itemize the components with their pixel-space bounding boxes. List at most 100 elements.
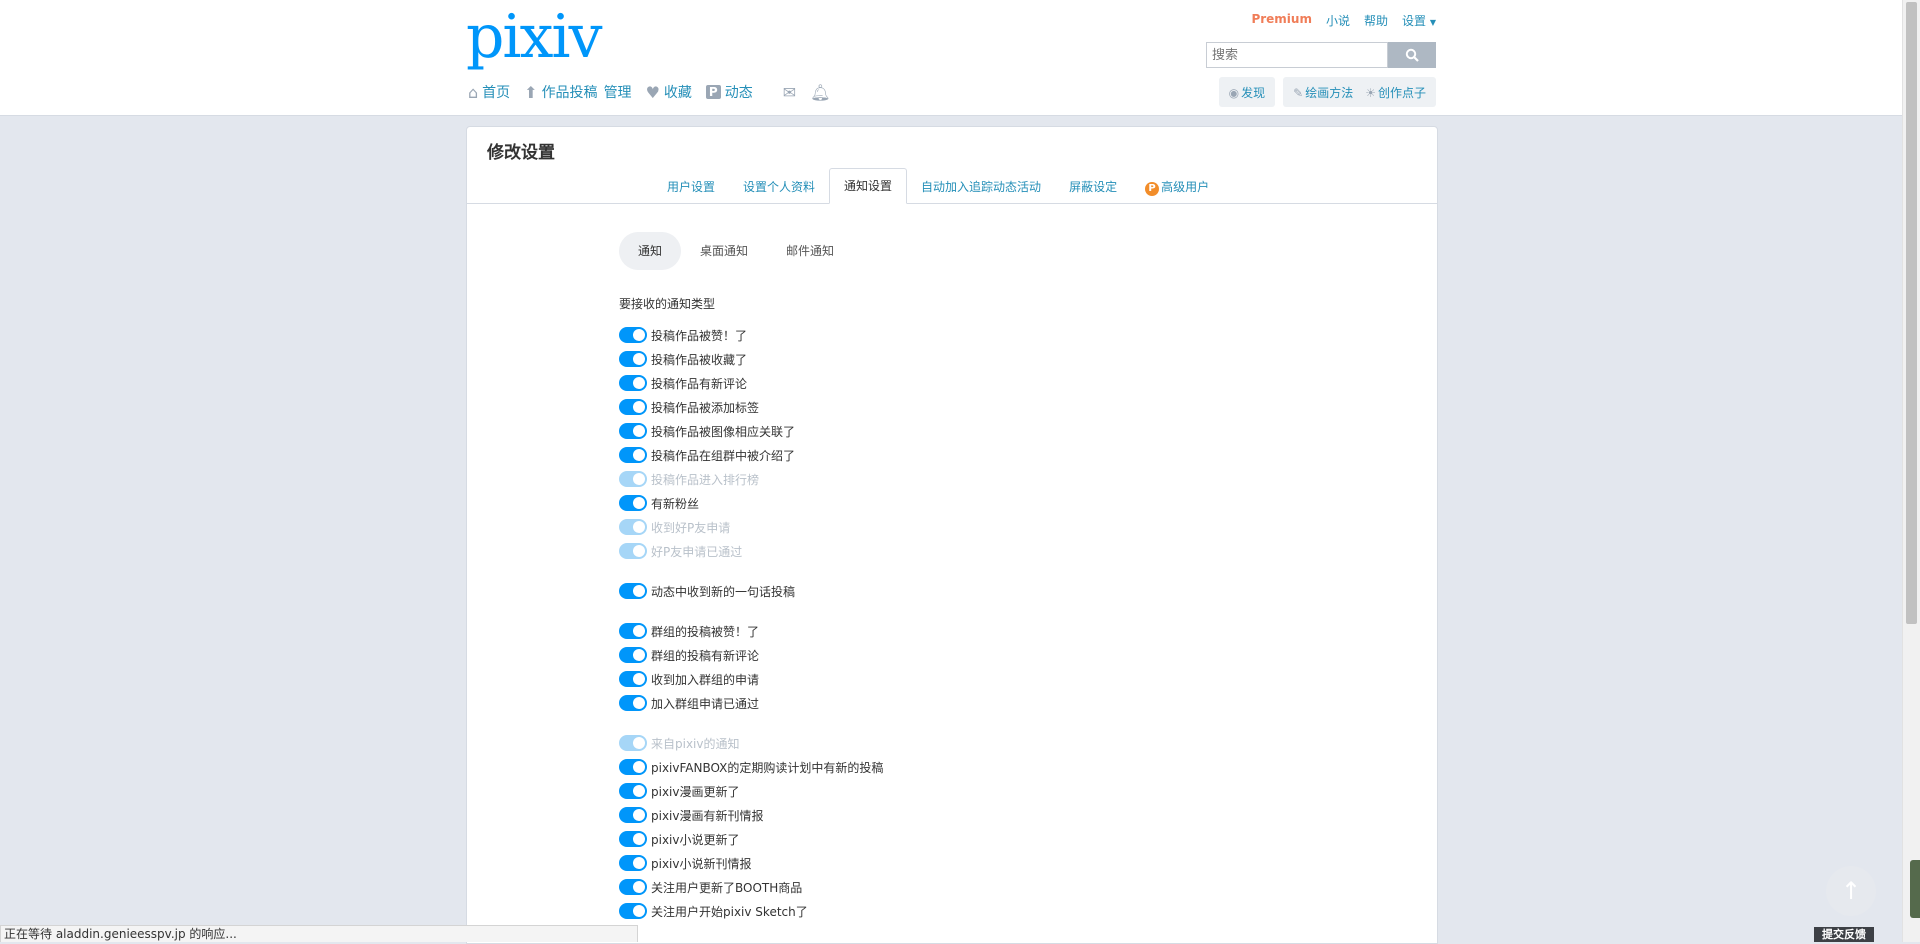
notification-option-label: 群组的投稿有新评论 [651,648,760,663]
notification-option-label: 投稿作品被添加标签 [651,400,760,415]
home-icon: ⌂ [468,82,479,102]
notification-option: 投稿作品有新评论 [619,371,883,395]
notification-option-label: 关注用户更新了BOOTH商品 [651,880,803,895]
nav-feed-label: 动态 [724,85,753,101]
notification-option: 收到好P友申请 [619,515,883,539]
toggle-switch[interactable] [619,495,647,511]
nav-upload-label: 作品投稿 [541,85,598,101]
nav-manage[interactable]: 管理 [604,82,632,102]
notification-option-label: 投稿作品在组群中被介绍了 [651,448,796,463]
notification-option-label: pixiv漫画更新了 [651,784,740,799]
pen-icon: ✎ [1293,85,1304,100]
subtab-email[interactable]: 邮件通知 [767,232,853,270]
toggle-switch[interactable] [619,903,647,919]
tab-profile[interactable]: 设置个人资料 [729,170,829,204]
search-input[interactable] [1206,42,1388,68]
notification-option: 收到加入群组的申请 [619,667,883,691]
toggle-switch[interactable] [619,399,647,415]
toggle-switch[interactable] [619,759,647,775]
toggle-switch[interactable] [619,375,647,391]
notification-option-label: 有新粉丝 [651,496,700,511]
tips-group: ✎ 绘画方法 ☀ 创作点子 [1283,77,1436,107]
notification-option: 关注用户开始pixiv Sketch了 [619,899,883,923]
nav-notifications[interactable]: 🔔︎ [810,83,830,102]
toggle-switch[interactable] [619,447,647,463]
notification-option-label: pixiv小说新刊情报 [651,856,752,871]
notification-option: 投稿作品被图像相应关联了 [619,419,883,443]
browser-status-bar: 正在等待 aladdin.genieesspv.jp 的响应... [0,925,638,942]
discover-link[interactable]: ◉ 发现 [1229,84,1266,101]
toggle-switch[interactable] [619,879,647,895]
premium-link[interactable]: Premium [1251,12,1312,29]
nav-upload[interactable]: ⬆ 作品投稿 [524,82,597,102]
subtab-desktop[interactable]: 桌面通知 [681,232,767,270]
toggle-switch[interactable] [619,327,647,343]
notification-option-label: pixiv小说更新了 [651,832,740,847]
lightbulb-icon: ☀ [1365,85,1376,100]
ideas-link[interactable]: ☀ 创作点子 [1365,84,1426,101]
compass-icon: ◉ [1228,85,1240,100]
nav-messages[interactable]: ✉ [783,83,796,102]
notification-option: 有新粉丝 [619,491,883,515]
notification-option-label: 好P友申请已通过 [651,544,743,559]
search-bar [1206,42,1436,68]
notification-option: 好P友申请已通过 [619,539,883,563]
toggle-switch[interactable] [619,855,647,871]
discover-label: 发现 [1241,85,1266,100]
toggle-switch[interactable] [619,831,647,847]
side-widget[interactable] [1910,860,1920,918]
notification-option-label: pixiv漫画有新刊情报 [651,808,764,823]
toggle-switch [619,471,647,487]
tab-user-settings[interactable]: 用户设置 [653,170,729,204]
novel-link[interactable]: 小说 [1326,12,1350,29]
howto-label: 绘画方法 [1305,85,1354,100]
notification-option-label: 投稿作品有新评论 [651,376,748,391]
notification-option-label: 群组的投稿被赞！了 [651,624,760,639]
notification-option: pixiv小说更新了 [619,827,883,851]
tab-premium[interactable]: P 高级用户 [1131,170,1223,204]
notification-option: 投稿作品在组群中被介绍了 [619,443,883,467]
help-link[interactable]: 帮助 [1364,12,1388,29]
notification-option: 加入群组申请已通过 [619,691,883,715]
notification-option-label: 加入群组申请已通过 [651,696,760,711]
notification-option: 关注用户更新了BOOTH商品 [619,875,883,899]
howto-link[interactable]: ✎ 绘画方法 [1293,84,1353,101]
toggle-switch[interactable] [619,583,647,599]
notification-option-label: 投稿作品被收藏了 [651,352,748,367]
main-nav: ⌂ 首页 ⬆ 作品投稿 管理 ♥ 收藏 P 动态 ✉ 🔔︎ [468,82,830,102]
tab-mute[interactable]: 屏蔽设定 [1055,170,1131,204]
toggle-switch[interactable] [619,423,647,439]
heart-icon: ♥ [645,82,660,102]
toggle-switch[interactable] [619,351,647,367]
feedback-button[interactable]: 提交反馈 [1814,927,1874,942]
tab-auto-follow[interactable]: 自动加入追踪动态活动 [907,170,1055,204]
toggle-switch[interactable] [619,807,647,823]
notification-option-label: 收到好P友申请 [651,520,731,535]
subtab-notifications[interactable]: 通知 [619,232,682,270]
toggle-switch[interactable] [619,783,647,799]
nav-home[interactable]: ⌂ 首页 [468,82,510,102]
nav-feed[interactable]: P 动态 [705,82,753,102]
arrow-up-icon: ↑ [1840,877,1862,905]
search-button[interactable] [1388,42,1436,68]
mail-icon: ✉ [782,82,797,102]
notification-option: 来自pixiv的通知 [619,731,883,755]
settings-panel: 修改设置 用户设置 设置个人资料 通知设置 自动加入追踪动态活动 屏蔽设定 P高… [466,126,1438,944]
toggle-switch[interactable] [619,647,647,663]
notification-option: pixiv小说新刊情报 [619,851,883,875]
scrollbar-thumb[interactable] [1906,2,1917,624]
toggle-switch[interactable] [619,695,647,711]
nav-bookmarks[interactable]: ♥ 收藏 [646,82,692,102]
toggle-switch[interactable] [619,623,647,639]
settings-menu[interactable]: 设置 ▼ [1402,12,1436,29]
back-to-top-button[interactable]: ↑ [1826,866,1876,916]
toggle-switch [619,735,647,751]
top-links: Premium 小说 帮助 设置 ▼ [1251,12,1436,29]
pixiv-logo[interactable]: pixiv [466,2,603,72]
tab-notifications[interactable]: 通知设置 [829,168,908,204]
notification-option: 投稿作品被赞！了 [619,323,883,347]
settings-label: 设置 [1402,14,1427,28]
notification-option-label: 投稿作品进入排行榜 [651,472,760,487]
toggle-switch[interactable] [619,671,647,687]
scrollbar[interactable] [1902,0,1920,942]
